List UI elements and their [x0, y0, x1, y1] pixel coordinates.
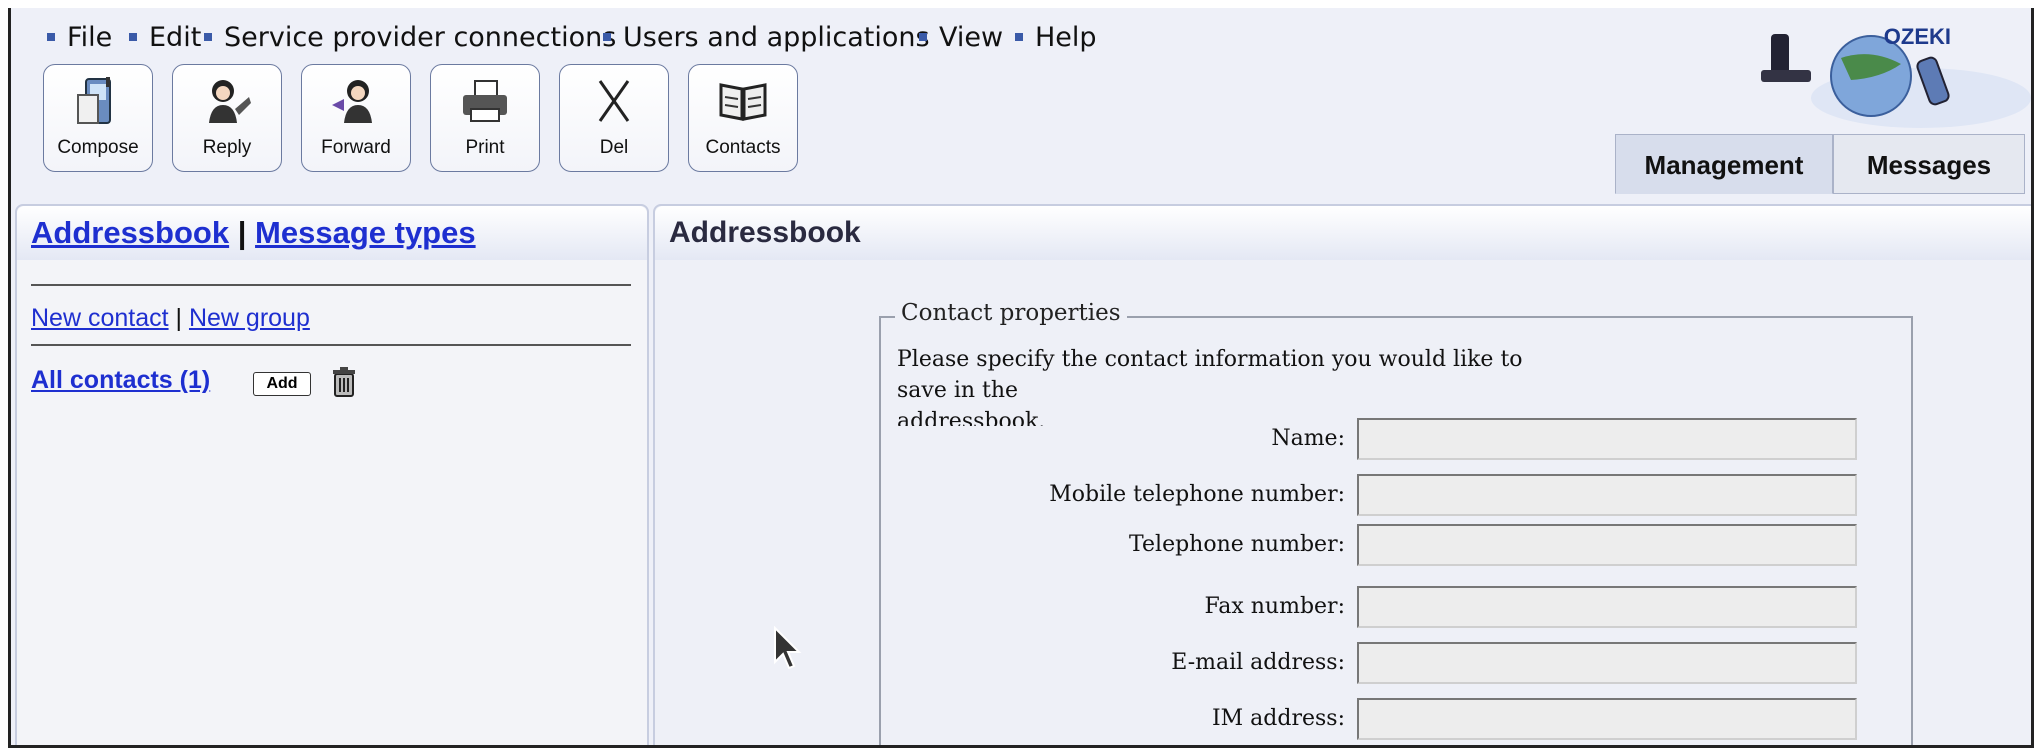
new-contact-link[interactable]: New contact [31, 304, 169, 332]
mobile-telephone-field[interactable] [1357, 474, 1857, 516]
menu-view[interactable]: View [919, 22, 1003, 53]
divider [31, 344, 631, 346]
app-window: File Edit Service provider connections U… [8, 8, 2034, 748]
forward-button[interactable]: Forward [301, 64, 411, 172]
telephone-label: Telephone number: [1129, 532, 1345, 557]
telephone-field[interactable] [1357, 524, 1857, 566]
all-contacts-link[interactable]: All contacts (1) [31, 366, 210, 394]
name-label: Name: [1271, 426, 1345, 451]
bullet-icon [47, 32, 55, 41]
email-field[interactable] [1357, 642, 1857, 684]
contacts-icon [689, 75, 797, 127]
bullet-icon [1015, 32, 1023, 41]
menu-users-and-applications[interactable]: Users and applications [603, 22, 930, 53]
mouse-cursor-icon [773, 625, 803, 672]
forward-icon [302, 75, 410, 127]
globe-logo-icon [1761, 34, 2031, 128]
message-types-link[interactable]: Message types [255, 215, 476, 250]
name-field[interactable] [1357, 418, 1857, 460]
tab-messages[interactable]: Messages [1833, 134, 2025, 194]
print-icon [431, 75, 539, 127]
menu-file[interactable]: File [47, 22, 112, 53]
divider [31, 284, 631, 286]
delete-icon [560, 75, 668, 127]
menu-service-provider-connections[interactable]: Service provider connections [204, 22, 616, 53]
ozeki-logo: OZEKI [1731, 18, 2031, 138]
name-row: Name: [881, 418, 1901, 462]
contact-group-row: All contacts (1) Add [31, 366, 355, 402]
delete-button[interactable]: Del [559, 64, 669, 172]
email-label: E-mail address: [1171, 650, 1345, 675]
compose-icon [44, 75, 152, 127]
compose-button[interactable]: Compose [43, 64, 153, 172]
reply-icon [173, 75, 281, 127]
fieldset-legend: Contact properties [895, 300, 1127, 326]
bullet-icon [204, 32, 212, 41]
trash-icon[interactable] [331, 366, 357, 398]
bullet-icon [919, 32, 927, 41]
fax-row: Fax number: [881, 586, 1901, 630]
tab-management[interactable]: Management [1615, 134, 1833, 194]
page-title: Addressbook [655, 206, 2031, 260]
addressbook-link[interactable]: Addressbook [31, 215, 229, 250]
email-row: E-mail address: [881, 642, 1901, 686]
menu-help[interactable]: Help [1015, 22, 1097, 53]
mobile-label: Mobile telephone number: [1049, 482, 1345, 507]
menu-edit[interactable]: Edit [129, 22, 201, 53]
im-row: IM address: [881, 698, 1901, 742]
form-intro: Please specify the contact information y… [897, 347, 1523, 426]
mobile-row: Mobile telephone number: [881, 474, 1901, 518]
bullet-icon [603, 32, 611, 41]
left-panel-header: Addressbook | Message types [17, 206, 647, 260]
new-group-link[interactable]: New group [189, 304, 310, 332]
fax-field[interactable] [1357, 586, 1857, 628]
bullet-icon [129, 32, 137, 41]
contact-actions: New contact | New group [31, 304, 310, 332]
left-panel: Addressbook | Message types New contact … [15, 204, 649, 745]
telephone-row: Telephone number: [881, 524, 1901, 568]
contacts-button[interactable]: Contacts [688, 64, 798, 172]
im-label: IM address: [1211, 706, 1345, 731]
fax-label: Fax number: [1204, 594, 1345, 619]
right-panel: Addressbook Contact properties Please sp… [653, 204, 2031, 745]
add-button[interactable]: Add [253, 372, 311, 396]
contact-properties-fieldset: Contact properties Please specify the co… [879, 300, 1913, 745]
im-address-field[interactable] [1357, 698, 1857, 740]
print-button[interactable]: Print [430, 64, 540, 172]
reply-button[interactable]: Reply [172, 64, 282, 172]
